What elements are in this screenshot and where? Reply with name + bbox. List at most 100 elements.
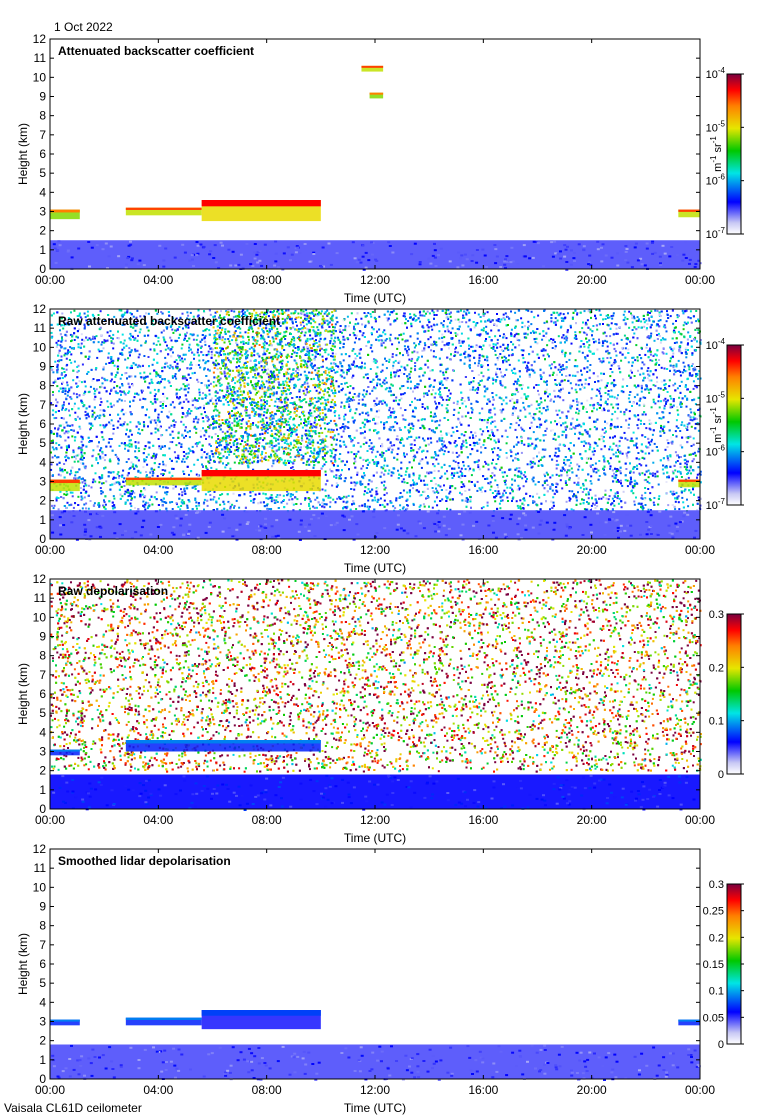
y-tick-label: 4: [39, 185, 46, 199]
noise-speck: [52, 409, 55, 412]
noise-speck: [73, 309, 76, 312]
noise-speck: [204, 334, 207, 337]
boundary-layer-speck: [52, 243, 56, 246]
noise-speck: [498, 502, 501, 505]
boundary-layer-speck: [596, 248, 600, 251]
noise-speck: [368, 439, 371, 442]
noise-speck: [572, 399, 575, 402]
noise-speck: [672, 352, 675, 355]
noise-speck: [637, 427, 640, 430]
cloud-top: [50, 209, 80, 213]
boundary-layer-speck: [130, 257, 134, 260]
noise-speck: [68, 414, 71, 417]
boundary-layer-speck: [461, 264, 465, 267]
noise-speck: [573, 481, 576, 484]
noise-speck: [512, 372, 514, 374]
noise-speck: [555, 467, 558, 470]
noise-speck: [192, 338, 195, 341]
noise-speck: [112, 495, 115, 498]
noise-speck: [77, 346, 80, 349]
noise-speck: [657, 483, 660, 486]
noise-speck: [672, 384, 675, 387]
noise-speck: [641, 472, 644, 475]
noise-speck: [187, 391, 190, 394]
noise-speck: [608, 448, 611, 451]
ceilometer-figure: 012345678910111200:00 04:00 08:00 12:00 16:0…: [16, 32, 744, 1115]
boundary-layer-speck: [58, 244, 62, 247]
noise-speck: [292, 493, 294, 496]
noise-speck: [342, 500, 345, 503]
noise-speck: [557, 463, 560, 466]
boundary-layer-speck: [626, 261, 630, 264]
noise-speck: [494, 413, 497, 416]
noise-speck: [380, 471, 383, 474]
noise-speck: [106, 379, 109, 382]
noise-speck: [421, 403, 424, 406]
noise-speck: [302, 455, 305, 458]
boundary-layer-speck: [255, 253, 259, 256]
boundary-layer-speck: [634, 242, 638, 245]
noise-speck: [668, 385, 671, 388]
noise-speck: [383, 493, 386, 496]
noise-speck: [544, 349, 547, 352]
noise-speck: [522, 357, 525, 360]
boundary-layer-speck: [353, 257, 357, 260]
noise-speck: [165, 405, 167, 407]
noise-speck: [611, 371, 614, 374]
noise-speck: [350, 476, 353, 479]
boundary-layer-speck: [77, 247, 81, 250]
noise-speck: [460, 309, 462, 312]
noise-speck: [613, 500, 615, 502]
noise-speck: [370, 442, 373, 445]
y-tick-label: 3: [39, 205, 46, 219]
noise-speck: [540, 412, 543, 415]
noise-speck: [401, 495, 404, 498]
noise-speck: [681, 421, 684, 424]
noise-speck: [319, 503, 321, 506]
noise-speck: [73, 439, 76, 442]
noise-speck: [73, 460, 76, 463]
noise-speck: [379, 497, 382, 500]
noise-speck: [593, 450, 596, 453]
noise-speck: [421, 355, 423, 358]
boundary-layer-speck: [258, 259, 262, 262]
noise-speck: [180, 387, 183, 390]
noise-speck: [416, 337, 419, 340]
noise-speck: [691, 363, 694, 365]
noise-speck: [295, 321, 297, 323]
noise-speck: [442, 371, 445, 374]
noise-speck: [123, 477, 126, 480]
noise-speck: [50, 331, 53, 334]
feature-cloud-layer: [201, 200, 321, 222]
noise-speck: [557, 335, 560, 338]
noise-speck: [295, 370, 297, 373]
noise-speck: [161, 378, 164, 381]
noise-speck: [399, 441, 402, 444]
noise-speck: [355, 334, 358, 337]
boundary-layer-speck: [127, 244, 131, 247]
noise-speck: [533, 316, 536, 319]
boundary-layer-speck: [303, 243, 307, 245]
noise-speck: [122, 469, 125, 472]
noise-speck: [63, 463, 66, 465]
noise-speck: [409, 387, 412, 390]
noise-speck: [405, 453, 408, 456]
noise-speck: [127, 495, 130, 498]
noise-speck: [121, 495, 124, 498]
boundary-layer-speck: [556, 253, 560, 256]
noise-speck: [526, 364, 528, 367]
noise-speck: [654, 472, 657, 475]
noise-speck: [626, 456, 629, 459]
noise-speck: [358, 392, 361, 395]
noise-speck: [80, 491, 83, 494]
noise-speck: [635, 344, 638, 347]
noise-speck: [126, 423, 129, 426]
boundary-layer-speck: [234, 264, 238, 267]
noise-speck: [204, 396, 207, 399]
noise-speck: [666, 310, 668, 313]
noise-speck: [621, 484, 624, 487]
boundary-layer-speck: [355, 261, 359, 264]
panel-2: 012345678910111200:00 04:00 08:00 12:00 16:0…: [16, 302, 744, 575]
boundary-layer-speck: [229, 264, 233, 267]
boundary-layer-speck: [282, 252, 286, 255]
